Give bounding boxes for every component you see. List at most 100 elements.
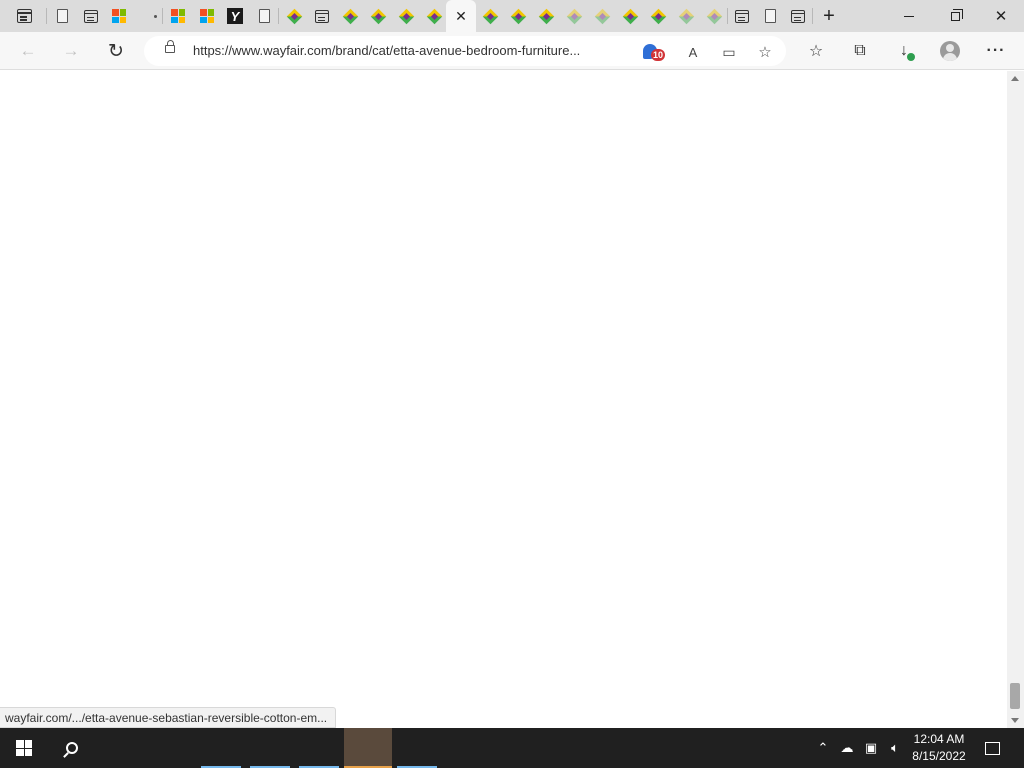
tab-yahoo[interactable]: Y — [223, 4, 247, 28]
cloud-offline-icon: ☁ — [840, 740, 854, 755]
add-favorite-button[interactable]: ☆ — [754, 41, 776, 63]
close-icon: ✕ — [455, 8, 467, 24]
page-icon — [258, 9, 270, 23]
tab-microsoft[interactable] — [166, 4, 190, 28]
tab-page[interactable] — [252, 4, 276, 28]
close-icon: ✕ — [994, 8, 1008, 25]
tab-wayfair[interactable] — [338, 4, 362, 28]
tab-wayfair[interactable] — [394, 4, 418, 28]
tab-loading[interactable] — [143, 4, 167, 28]
page-icon — [764, 9, 776, 23]
tab-wayfair[interactable] — [590, 4, 614, 28]
plus-icon: + — [823, 4, 835, 27]
immersive-reader-icon: ▭ — [722, 43, 736, 60]
app-window-icon — [315, 9, 329, 23]
clock-date: 8/15/2022 — [912, 749, 966, 763]
chevron-up-icon: ⌃ — [817, 740, 829, 755]
vertical-scrollbar[interactable] — [1007, 71, 1024, 728]
navigation-bar: ← → ↻ https://www.wayfair.com/brand/cat/… — [0, 32, 1024, 70]
tab-wayfair[interactable] — [646, 4, 670, 28]
tab-wayfair[interactable] — [506, 4, 530, 28]
microsoft-logo-icon — [112, 9, 126, 23]
wayfair-logo-icon — [342, 8, 358, 24]
lock-icon — [165, 40, 175, 53]
wayfair-logo-icon — [482, 8, 498, 24]
app-window-icon — [84, 9, 98, 23]
tab-app[interactable] — [79, 4, 103, 28]
wayfair-logo-icon — [594, 8, 610, 24]
immersive-reader-button[interactable]: ▭ — [718, 41, 740, 63]
refresh-button[interactable]: ↻ — [102, 37, 130, 65]
tab-page[interactable] — [50, 4, 74, 28]
tracking-count-badge: 10 — [651, 49, 666, 61]
profile-button[interactable] — [936, 37, 964, 65]
tab-microsoft[interactable] — [107, 4, 131, 28]
volume-button[interactable]: 🔈︎ — [884, 728, 906, 768]
forward-button[interactable]: → — [57, 37, 85, 65]
tab-wayfair[interactable] — [282, 4, 306, 28]
system-clock[interactable]: 12:04 AM 8/15/2022 — [906, 731, 972, 765]
search-button[interactable] — [48, 728, 96, 768]
status-bar-link: wayfair.com/.../etta-avenue-sebastian-re… — [0, 707, 337, 728]
taskbar-app[interactable] — [197, 728, 245, 768]
settings-more-button[interactable]: ··· — [982, 37, 1010, 65]
wayfair-logo-icon — [706, 8, 722, 24]
page-content — [0, 71, 1007, 728]
tab-app[interactable] — [730, 4, 754, 28]
restore-icon — [950, 8, 963, 21]
taskbar-app-active[interactable] — [344, 728, 392, 768]
tab-microsoft[interactable] — [195, 4, 219, 28]
tab-actions-icon[interactable] — [12, 4, 36, 28]
tab-wayfair[interactable] — [478, 4, 502, 28]
wayfair-logo-icon — [286, 8, 302, 24]
collections-button[interactable]: ⧉ — [846, 37, 874, 65]
tracking-prevention-button[interactable]: 10 — [642, 41, 666, 63]
show-hidden-icons-button[interactable]: ⌃ — [812, 728, 834, 768]
notification-icon — [984, 741, 1000, 755]
tab-app[interactable] — [310, 4, 334, 28]
tab-wayfair[interactable] — [674, 4, 698, 28]
minimize-button[interactable] — [886, 0, 932, 32]
network-icon: ▣ — [864, 740, 878, 755]
back-button[interactable]: ← — [14, 37, 42, 65]
taskbar-app[interactable] — [246, 728, 294, 768]
favorites-button[interactable]: ☆ — [802, 37, 830, 65]
tab-wayfair[interactable] — [562, 4, 586, 28]
read-aloud-button[interactable]: A — [682, 41, 704, 63]
close-window-button[interactable]: ✕ — [978, 0, 1024, 32]
tab-page[interactable] — [758, 4, 782, 28]
arrow-left-icon: ← — [19, 41, 37, 60]
app-window-icon — [735, 9, 749, 23]
loading-dot-icon — [153, 14, 157, 18]
tab-wayfair[interactable] — [422, 4, 446, 28]
notifications-button[interactable] — [978, 728, 1006, 768]
new-tab-button[interactable]: + — [817, 4, 841, 28]
tab-strip: Y ✕ + ✕ — [0, 0, 1024, 32]
collections-icon: ⧉ — [854, 42, 866, 59]
address-bar[interactable]: https://www.wayfair.com/brand/cat/etta-a… — [144, 36, 786, 66]
taskbar-app[interactable] — [393, 728, 441, 768]
taskbar-app[interactable] — [295, 728, 343, 768]
tab-wayfair[interactable] — [702, 4, 726, 28]
scroll-down-icon[interactable] — [1011, 718, 1019, 723]
wayfair-logo-icon — [622, 8, 638, 24]
tab-app[interactable] — [786, 4, 810, 28]
url-text[interactable]: https://www.wayfair.com/brand/cat/etta-a… — [193, 43, 580, 58]
start-button[interactable] — [0, 728, 48, 768]
close-tab-button[interactable]: ✕ — [449, 4, 473, 28]
scrollbar-thumb[interactable] — [1010, 683, 1020, 709]
tab-wayfair[interactable] — [366, 4, 390, 28]
more-icon: ··· — [986, 42, 1006, 59]
tab-wayfair[interactable] — [618, 4, 642, 28]
wayfair-logo-icon — [538, 8, 554, 24]
read-aloud-icon: A — [688, 44, 698, 60]
downloads-button[interactable]: ↓ — [890, 37, 918, 65]
restore-button[interactable] — [932, 0, 978, 32]
wayfair-logo-icon — [678, 8, 694, 24]
tab-wayfair[interactable] — [534, 4, 558, 28]
onedrive-button[interactable]: ☁ — [836, 728, 858, 768]
scroll-up-icon[interactable] — [1011, 76, 1019, 81]
download-complete-icon — [907, 53, 915, 61]
yahoo-logo-icon: Y — [227, 8, 243, 24]
network-button[interactable]: ▣ — [860, 728, 882, 768]
